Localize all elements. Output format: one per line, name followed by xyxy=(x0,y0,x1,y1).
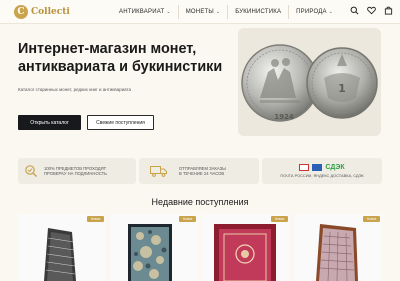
yandex-logo-icon xyxy=(312,163,323,171)
chevron-down-icon: ⌄ xyxy=(328,9,334,15)
header-icons xyxy=(349,5,394,16)
hero-subtitle: Каталог старинных монет, редких книг и а… xyxy=(18,87,132,92)
coin-year: 1924 xyxy=(274,113,294,121)
feature-text: 100% предметов проходят проверку на подл… xyxy=(44,165,107,177)
search-icon[interactable] xyxy=(349,5,360,16)
hero-title: Интернет-магазин монет, антиквариата и б… xyxy=(18,41,223,75)
product-image xyxy=(110,214,198,281)
feature-authenticity: 100% предметов проходят проверку на подл… xyxy=(18,158,136,184)
chevron-down-icon: ⌄ xyxy=(215,9,221,15)
new-badge: Новое xyxy=(363,216,380,222)
new-badge: Новое xyxy=(87,216,104,222)
site-header: C Collecti АНТИКВАРИАТ ⌄ МОНЕТЫ ⌄ БУКИНИ… xyxy=(0,0,400,24)
product-card[interactable]: Новое xyxy=(294,214,382,281)
logo-text: Collecti xyxy=(31,7,70,17)
logo[interactable]: C Collecti xyxy=(14,5,70,19)
post-logo-icon xyxy=(299,163,310,171)
nav-item-label: АНТИКВАРИАТ xyxy=(119,9,165,15)
section-title-new-arrivals: Недавние поступления xyxy=(151,197,249,207)
open-catalog-button[interactable]: Открыть каталог xyxy=(18,115,81,130)
nav-item-nature[interactable]: ПРИРОДА ⌄ xyxy=(289,5,340,19)
truck-icon xyxy=(139,165,179,177)
nav-item-antiques[interactable]: АНТИКВАРИАТ ⌄ xyxy=(112,5,179,19)
product-card[interactable]: Новое xyxy=(110,214,198,281)
payment-logos-icon: СДЭК xyxy=(299,163,345,171)
new-badge: Новое xyxy=(271,216,288,222)
cart-icon[interactable] xyxy=(383,5,394,16)
logo-mark-icon: C xyxy=(14,5,28,19)
heart-icon[interactable] xyxy=(366,5,377,16)
feature-text: Почта России, Яндекс доставка, СДЭК xyxy=(280,172,364,178)
nav-item-label: ПРИРОДА xyxy=(296,9,327,15)
nav-item-books[interactable]: БУКИНИСТИКА xyxy=(228,5,290,19)
product-image xyxy=(18,214,106,281)
nav-item-label: МОНЕТЫ xyxy=(185,9,214,15)
cdek-logo: СДЭК xyxy=(325,163,345,171)
nav-item-label: БУКИНИСТИКА xyxy=(235,9,282,15)
coin-denomination: 1 xyxy=(338,82,346,95)
products-row: Новое Новое Новое Новое xyxy=(18,214,382,281)
product-image xyxy=(294,214,382,281)
feature-text: Отправляем заказы в течение 24 часов xyxy=(179,165,226,177)
feature-shipping: Отправляем заказы в течение 24 часов xyxy=(139,158,259,184)
nav-item-coins[interactable]: МОНЕТЫ ⌄ xyxy=(179,5,229,19)
product-card[interactable]: Новое xyxy=(202,214,290,281)
features-row: 100% предметов проходят проверку на подл… xyxy=(18,158,382,184)
product-image xyxy=(202,214,290,281)
hero-coin-image: 1 1924 xyxy=(238,28,381,136)
magnifier-check-icon xyxy=(18,164,44,178)
new-badge: Новое xyxy=(179,216,196,222)
product-card[interactable]: Новое xyxy=(18,214,106,281)
feature-delivery: СДЭК Почта России, Яндекс доставка, СДЭК xyxy=(262,158,382,184)
main-nav: АНТИКВАРИАТ ⌄ МОНЕТЫ ⌄ БУКИНИСТИКА ПРИРО… xyxy=(112,0,340,24)
new-arrivals-button[interactable]: Свежие поступления xyxy=(87,115,154,130)
chevron-down-icon: ⌄ xyxy=(166,9,171,15)
